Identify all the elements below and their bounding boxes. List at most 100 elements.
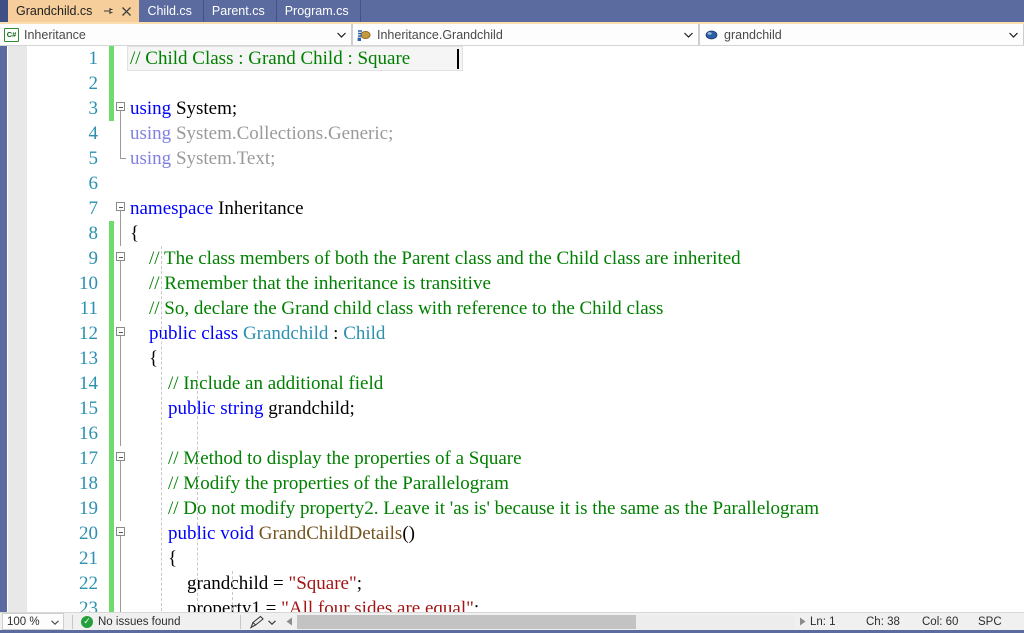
code-line[interactable]: 21 { xyxy=(28,546,1024,571)
document-tab-program[interactable]: Program.cs xyxy=(276,0,361,22)
code-editor[interactable]: 1// Child Class : Grand Child : Square 2 3… xyxy=(0,46,1024,612)
line-number: 5 xyxy=(88,148,99,169)
status-char-number: Ch: 38 xyxy=(866,615,900,628)
code-line[interactable]: 6 xyxy=(28,171,1024,196)
status-insert-mode[interactable]: SPC xyxy=(978,616,1024,628)
fold-margin[interactable] xyxy=(114,546,128,571)
fold-margin[interactable] xyxy=(114,296,128,321)
fold-line xyxy=(120,371,121,396)
code-line-text: property1 = "All four sides are equal"; xyxy=(128,596,1024,612)
scrollbar-thumb[interactable] xyxy=(297,614,636,629)
fold-margin[interactable] xyxy=(114,46,128,71)
fold-margin[interactable] xyxy=(114,171,128,196)
code-text-area[interactable]: 1// Child Class : Grand Child : Square 2 3… xyxy=(28,46,1024,612)
fold-line xyxy=(120,421,121,446)
code-line-text: public void GrandChildDetails() xyxy=(128,521,1024,546)
line-number: 9 xyxy=(88,248,99,269)
document-tab-child[interactable]: Child.cs xyxy=(139,0,204,22)
code-line[interactable]: 20 public void GrandChildDetails() xyxy=(28,521,1024,546)
code-line[interactable]: 23 property1 = "All four sides are equal… xyxy=(28,596,1024,612)
document-tab-parent[interactable]: Parent.cs xyxy=(203,0,277,22)
member-selector[interactable]: grandchild xyxy=(699,24,1024,45)
collapse-minus-icon[interactable] xyxy=(116,452,125,461)
triangle-left-icon[interactable] xyxy=(282,614,297,629)
triangle-right-icon[interactable] xyxy=(795,614,810,629)
fold-margin[interactable] xyxy=(114,271,128,296)
caret-position-group: Ln: 1 Ch: 38 Col: 60 SPC xyxy=(810,616,1024,628)
code-line[interactable]: 3 using System; xyxy=(28,96,1024,121)
code-line[interactable]: 19 // Do not modify property2. Leave it … xyxy=(28,496,1024,521)
collapse-minus-icon[interactable] xyxy=(116,527,125,536)
code-token: property1 = xyxy=(130,598,282,612)
zoom-level-selector[interactable]: 100 % xyxy=(2,613,64,630)
code-line[interactable]: 10 // Remember that the inheritance is t… xyxy=(28,271,1024,296)
chevron-down-icon[interactable] xyxy=(680,32,696,38)
code-line[interactable]: 14 // Include an additional field xyxy=(28,371,1024,396)
fold-margin[interactable] xyxy=(114,321,128,346)
pin-icon[interactable] xyxy=(101,5,114,18)
editor-breakpoint-margin[interactable] xyxy=(8,46,28,612)
line-number: 6 xyxy=(88,173,99,194)
type-selector[interactable]: Inheritance.Grandchild xyxy=(352,24,699,45)
code-line[interactable]: 2 xyxy=(28,71,1024,96)
code-line[interactable]: 13 { xyxy=(28,346,1024,371)
status-bar: 100 % ✓ No issues found Ln: 1 Ch: 38 Col… xyxy=(0,612,1024,633)
scrollbar-track[interactable] xyxy=(297,614,795,629)
chevron-down-icon[interactable] xyxy=(268,616,277,628)
code-line[interactable]: 12 public class Grandchild : Child xyxy=(28,321,1024,346)
chevron-down-icon[interactable] xyxy=(51,616,59,628)
fold-margin[interactable] xyxy=(114,146,128,171)
code-line[interactable]: 4 using System.Collections.Generic; xyxy=(28,121,1024,146)
line-number: 8 xyxy=(88,223,99,244)
chevron-down-icon[interactable] xyxy=(1005,32,1021,38)
fold-line xyxy=(120,211,121,221)
fold-margin[interactable] xyxy=(114,421,128,446)
fold-margin[interactable] xyxy=(114,596,128,612)
collapse-minus-icon[interactable] xyxy=(116,102,125,111)
code-line[interactable]: 15 public string grandchild; xyxy=(28,396,1024,421)
code-line[interactable]: 18 // Modify the properties of the Paral… xyxy=(28,471,1024,496)
code-token: { xyxy=(130,223,140,244)
fold-margin[interactable] xyxy=(114,521,128,546)
fold-margin[interactable] xyxy=(114,246,128,271)
fold-line xyxy=(120,571,121,596)
tab-bar-empty-area xyxy=(360,0,1024,22)
code-line[interactable]: 22 grandchild = "Square"; xyxy=(28,571,1024,596)
collapse-minus-icon[interactable] xyxy=(116,202,125,211)
fold-margin[interactable] xyxy=(114,371,128,396)
code-token: { xyxy=(130,548,178,569)
collapse-minus-icon[interactable] xyxy=(116,252,125,261)
line-number: 16 xyxy=(79,423,98,444)
fold-margin[interactable] xyxy=(114,496,128,521)
fold-margin[interactable] xyxy=(114,446,128,471)
horizontal-scrollbar[interactable] xyxy=(282,614,810,629)
fold-margin[interactable] xyxy=(114,71,128,96)
fold-margin[interactable] xyxy=(114,571,128,596)
fold-margin[interactable] xyxy=(114,196,128,221)
code-token: System.Text; xyxy=(171,148,276,169)
fold-margin[interactable] xyxy=(114,396,128,421)
code-line[interactable]: 1 // Child Class : Grand Child : Square xyxy=(28,46,1024,71)
status-code-cleanup[interactable] xyxy=(249,615,277,629)
code-line-text: { xyxy=(128,221,1024,246)
fold-margin[interactable] xyxy=(114,221,128,246)
document-tab-grandchild[interactable]: Grandchild.cs xyxy=(8,0,140,22)
code-line[interactable]: 9 // The class members of both the Paren… xyxy=(28,246,1024,271)
code-line-text: using System.Text; xyxy=(128,146,1024,171)
fold-margin[interactable] xyxy=(114,121,128,146)
code-line[interactable]: 17 // Method to display the properties o… xyxy=(28,446,1024,471)
fold-margin[interactable] xyxy=(114,96,128,121)
status-issues[interactable]: ✓ No issues found xyxy=(81,615,180,628)
close-icon[interactable] xyxy=(120,5,133,18)
code-line[interactable]: 7 namespace Inheritance xyxy=(28,196,1024,221)
fold-margin[interactable] xyxy=(114,471,128,496)
code-line[interactable]: 8{ xyxy=(28,221,1024,246)
code-line[interactable]: 16 xyxy=(28,421,1024,446)
chevron-down-icon[interactable] xyxy=(333,32,349,38)
project-selector[interactable]: C# Inheritance xyxy=(0,24,352,45)
fold-end-line xyxy=(120,146,126,159)
code-line[interactable]: 11 // So, declare the Grand child class … xyxy=(28,296,1024,321)
code-line[interactable]: 5 using System.Text; xyxy=(28,146,1024,171)
collapse-minus-icon[interactable] xyxy=(116,327,125,336)
fold-margin[interactable] xyxy=(114,346,128,371)
